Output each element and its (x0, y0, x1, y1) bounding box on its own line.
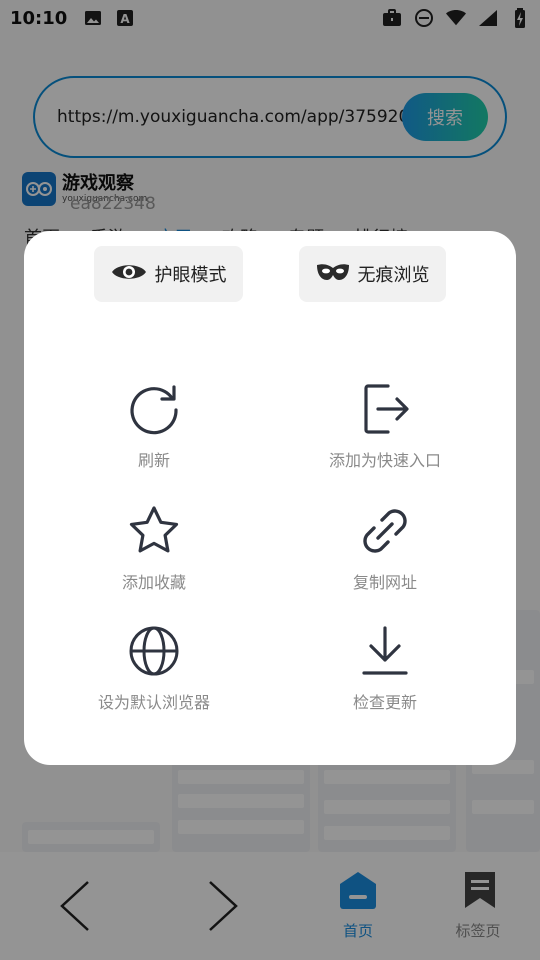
browser-menu-dialog: 护眼模式 无痕浏览 刷新 添加为快速入口 添加收藏 复制网址 设为默认浏览器 检… (24, 231, 516, 765)
mask-icon (316, 262, 350, 287)
refresh-icon (126, 381, 182, 437)
link-icon (357, 503, 413, 559)
download-icon (357, 623, 413, 679)
set-default-browser-button[interactable]: 设为默认浏览器 (54, 623, 254, 723)
add-shortcut-button[interactable]: 添加为快速入口 (285, 381, 485, 481)
add-favorite-button[interactable]: 添加收藏 (54, 503, 254, 603)
refresh-button[interactable]: 刷新 (54, 381, 254, 481)
add-favorite-label: 添加收藏 (121, 573, 186, 592)
incognito-button[interactable]: 无痕浏览 (299, 246, 446, 302)
eye-protection-button[interactable]: 护眼模式 (94, 246, 243, 302)
refresh-label: 刷新 (137, 451, 170, 470)
globe-icon (126, 623, 182, 679)
copy-url-label: 复制网址 (352, 573, 417, 592)
check-update-button[interactable]: 检查更新 (285, 623, 485, 723)
copy-url-button[interactable]: 复制网址 (285, 503, 485, 603)
eye-protection-label: 护眼模式 (154, 265, 227, 286)
star-icon (126, 503, 182, 559)
check-update-label: 检查更新 (352, 693, 417, 712)
add-shortcut-label: 添加为快速入口 (328, 451, 441, 470)
shortcut-icon (357, 381, 413, 437)
set-default-browser-label: 设为默认浏览器 (97, 693, 210, 712)
incognito-label: 无痕浏览 (357, 265, 430, 286)
eye-icon (111, 261, 147, 288)
